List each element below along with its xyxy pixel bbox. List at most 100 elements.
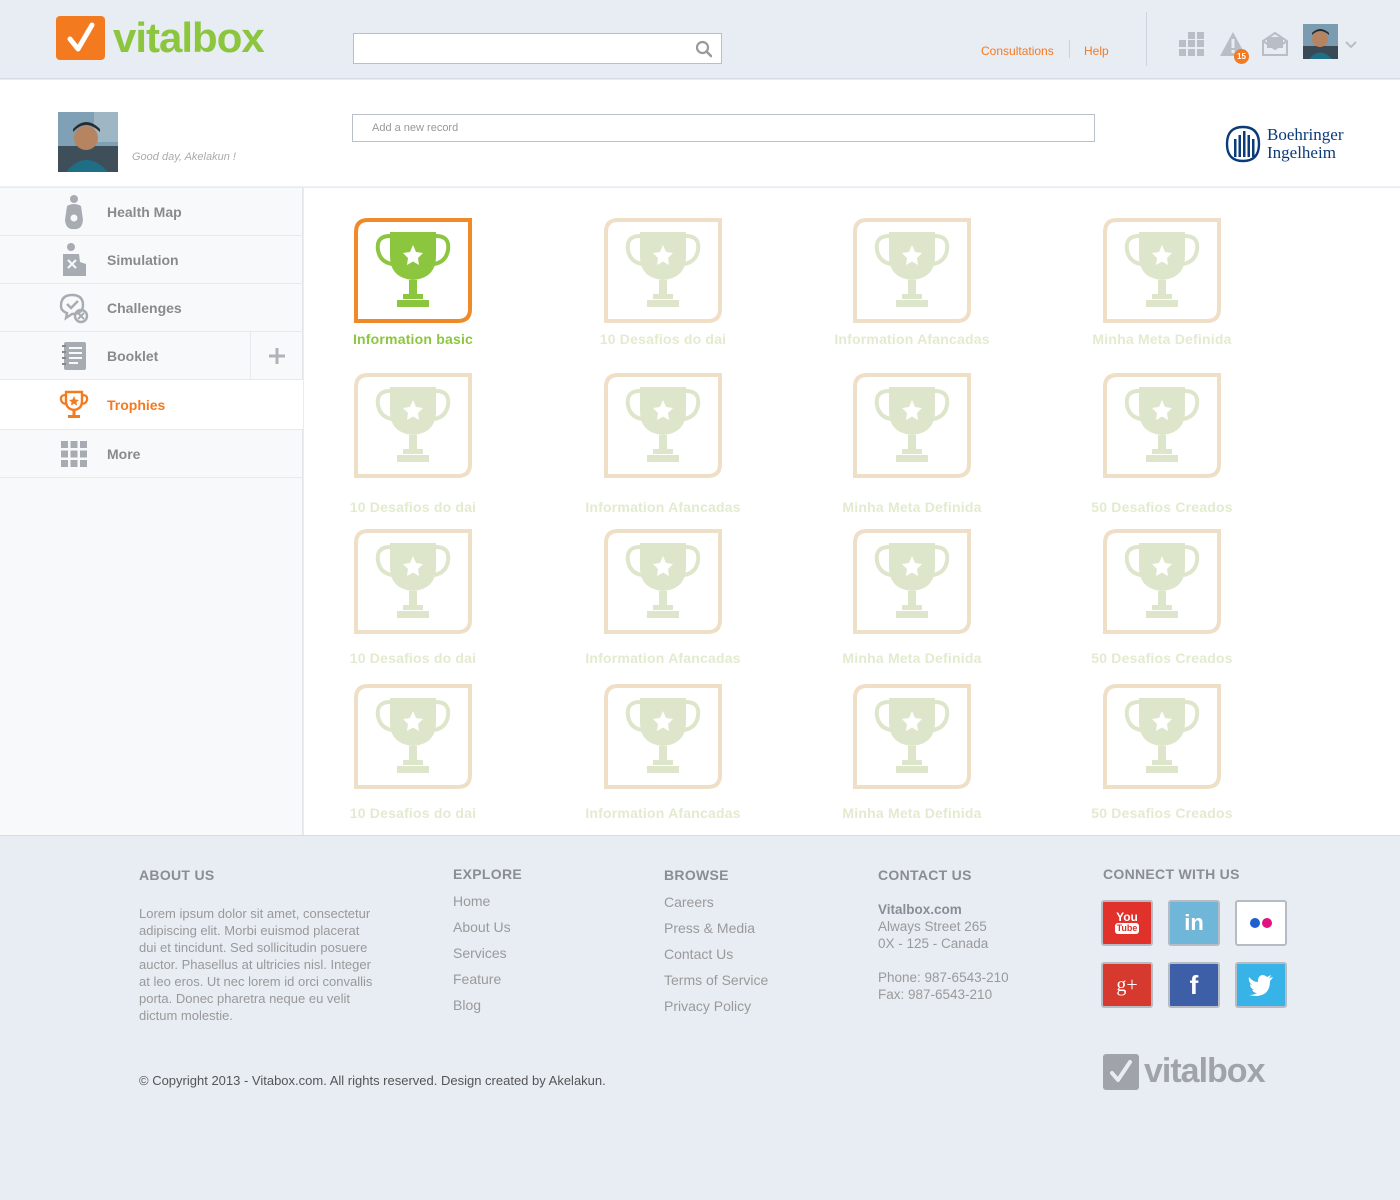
sidebar-item-challenges[interactable]: Challenges: [0, 284, 303, 332]
trophy-card[interactable]: Information Afancadas: [573, 373, 753, 515]
browse-heading: BROWSE: [664, 867, 729, 883]
trophy-card[interactable]: 10 Desafios do dai: [323, 684, 503, 821]
sponsor-name-line1: Boehringer: [1267, 125, 1344, 144]
sidebar-item-health-map[interactable]: Health Map: [0, 188, 303, 236]
youtube-line2: Tube: [1114, 923, 1140, 934]
sidebar: Health Map Simulation Challenges Booklet…: [0, 188, 303, 835]
trophy-card[interactable]: Minha Meta Definida: [822, 529, 1002, 666]
apps-grid-icon[interactable]: [1178, 30, 1206, 58]
trophy-card[interactable]: Information Afancadas: [573, 529, 753, 666]
trophy-label: 10 Desafios do dai: [349, 805, 477, 821]
profile-avatar[interactable]: [58, 112, 118, 172]
consultations-link[interactable]: Consultations: [981, 44, 1054, 58]
footer-link-services[interactable]: Services: [453, 945, 511, 971]
google-plus-icon[interactable]: g+: [1101, 962, 1153, 1008]
footer-link-about[interactable]: About Us: [453, 919, 511, 945]
help-link[interactable]: Help: [1084, 44, 1109, 58]
sponsor-logo: Boehringer Ingelheim: [1225, 125, 1343, 163]
footer-link-careers[interactable]: Careers: [664, 894, 768, 920]
trophy-badge-icon: [853, 684, 971, 789]
sidebar-item-booklet[interactable]: Booklet: [0, 332, 303, 380]
trophy-card[interactable]: 50 Desafios Creados: [1072, 684, 1252, 821]
simulation-icon: [58, 242, 90, 278]
boehringer-icon: [1225, 125, 1261, 163]
sidebar-item-trophies[interactable]: Trophies: [0, 380, 303, 430]
trophy-card[interactable]: Minha Meta Definida: [1072, 218, 1252, 347]
greeting-text: Good day, Akelakun !: [132, 151, 236, 163]
add-record-input[interactable]: Add a new record: [352, 114, 1095, 142]
footer-link-press[interactable]: Press & Media: [664, 920, 768, 946]
sidebar-item-more[interactable]: More: [0, 430, 303, 478]
contact-company: Vitalbox.com: [878, 902, 962, 917]
footer-link-feature[interactable]: Feature: [453, 971, 511, 997]
trophy-label: Information basic: [352, 331, 474, 347]
notification-badge: 15: [1234, 49, 1249, 64]
mail-icon[interactable]: [1261, 30, 1289, 58]
trophy-label: Minha Meta Definida: [842, 650, 982, 666]
trophy-icon: [58, 387, 90, 423]
footer-link-terms[interactable]: Terms of Service: [664, 972, 768, 998]
contact-phone: Phone: 987-6543-210: [878, 970, 1009, 985]
twitter-icon[interactable]: [1235, 962, 1287, 1008]
google-plus-text: g+: [1116, 973, 1138, 996]
plus-icon: [269, 348, 285, 364]
sidebar-item-label: Challenges: [107, 299, 182, 316]
trophy-card[interactable]: Information Afancadas: [822, 218, 1002, 347]
search-icon[interactable]: [695, 40, 713, 63]
sidebar-item-label: Trophies: [107, 396, 166, 413]
footer-link-privacy[interactable]: Privacy Policy: [664, 998, 768, 1024]
footer-link-contact[interactable]: Contact Us: [664, 946, 768, 972]
trophy-label: Minha Meta Definida: [1092, 331, 1232, 347]
chevron-down-icon[interactable]: [1345, 36, 1357, 54]
grid-icon: [58, 436, 90, 472]
about-heading: ABOUT US: [139, 867, 215, 883]
trophy-label: Minha Meta Definida: [842, 805, 982, 821]
trophy-badge-icon: [1103, 684, 1221, 789]
trophy-card[interactable]: 10 Desafios do dai: [573, 218, 753, 347]
add-booklet-button[interactable]: [250, 332, 303, 380]
sidebar-item-simulation[interactable]: Simulation: [0, 236, 303, 284]
footer-logo[interactable]: vitalbox: [1103, 1052, 1265, 1091]
check-logo-icon: [56, 16, 105, 60]
connect-heading: CONNECT WITH US: [1103, 866, 1240, 882]
trophy-card[interactable]: 50 Desafios Creados: [1072, 373, 1252, 515]
check-logo-icon: [1103, 1053, 1139, 1090]
footer: ABOUT US Lorem ipsum dolor sit amet, con…: [0, 835, 1400, 1200]
facebook-text: f: [1189, 969, 1199, 1000]
linkedin-icon[interactable]: in: [1168, 900, 1220, 946]
trophy-card[interactable]: Minha Meta Definida: [822, 373, 1002, 515]
trophy-card[interactable]: 10 Desafios do dai: [323, 529, 503, 666]
trophy-label: Information Afancadas: [585, 650, 741, 666]
youtube-icon[interactable]: You Tube: [1101, 900, 1153, 946]
contact-city: 0X - 125 - Canada: [878, 936, 989, 951]
footer-link-home[interactable]: Home: [453, 893, 511, 919]
trophy-card[interactable]: Information Afancadas: [573, 684, 753, 821]
link-divider: [1069, 40, 1070, 58]
booklet-icon: [58, 338, 90, 374]
trophy-badge-icon: [604, 684, 722, 789]
trophy-badge-icon: [354, 218, 472, 323]
sidebar-item-label: Health Map: [107, 203, 182, 220]
browse-links: Careers Press & Media Contact Us Terms o…: [664, 894, 768, 1024]
trophy-label: 50 Desafios Creados: [1091, 499, 1233, 515]
copyright-text: © Copyright 2013 - Vitabox.com. All righ…: [139, 1073, 606, 1088]
trophy-card[interactable]: 10 Desafios do dai: [323, 373, 503, 515]
trophy-badge-icon: [354, 373, 472, 478]
sidebar-item-label: Simulation: [107, 251, 179, 268]
vitalbox-logo[interactable]: vitalbox: [56, 16, 265, 60]
explore-links: Home About Us Services Feature Blog: [453, 893, 511, 1023]
trophy-badge-icon: [604, 529, 722, 634]
trophy-grid: Information basic 10 Desafios do dai Infor…: [304, 188, 1400, 835]
trophy-card[interactable]: Information basic: [323, 218, 503, 347]
footer-link-blog[interactable]: Blog: [453, 997, 511, 1023]
search-input[interactable]: [353, 33, 722, 64]
challenges-icon: [58, 290, 90, 326]
flickr-icon[interactable]: [1235, 900, 1287, 946]
trophy-label: 50 Desafios Creados: [1091, 805, 1233, 821]
facebook-icon[interactable]: f: [1168, 962, 1220, 1008]
trophy-card[interactable]: Minha Meta Definida: [822, 684, 1002, 821]
trophy-label: 10 Desafios do dai: [599, 331, 727, 347]
trophy-card[interactable]: 50 Desafios Creados: [1072, 529, 1252, 666]
trophy-label: Minha Meta Definida: [842, 499, 982, 515]
user-avatar[interactable]: [1303, 24, 1338, 59]
